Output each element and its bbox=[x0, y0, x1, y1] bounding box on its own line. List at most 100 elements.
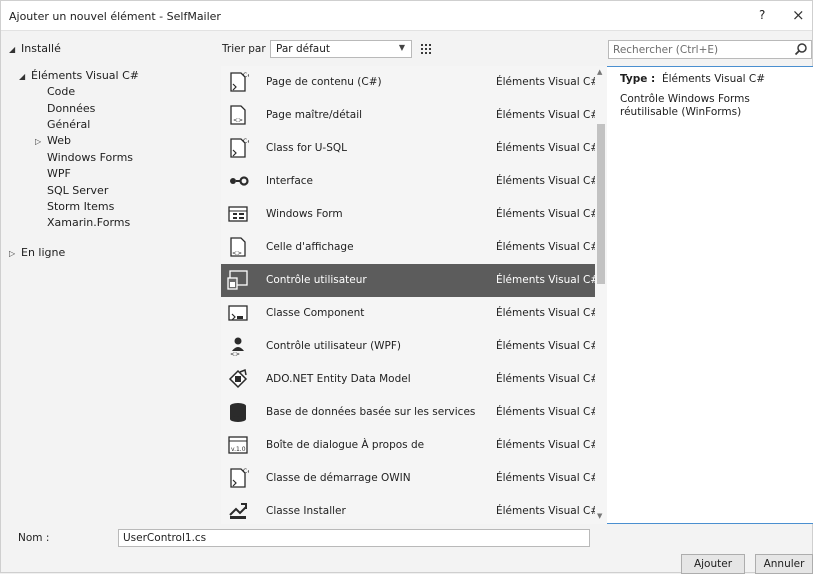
template-name: Base de données basée sur les services bbox=[266, 406, 476, 418]
template-row[interactable]: Contrôle utilisateur Éléments Visual C# bbox=[221, 264, 599, 297]
close-button[interactable]: × bbox=[792, 6, 805, 24]
help-button[interactable]: ? bbox=[759, 8, 765, 22]
tree-node-label: Web bbox=[47, 134, 71, 147]
template-category: Éléments Visual C# bbox=[496, 307, 600, 319]
collapse-arrow-icon[interactable]: ◢ bbox=[9, 45, 21, 54]
sort-label: Trier par : bbox=[222, 43, 273, 55]
template-row[interactable]: <> Page maître/détail Éléments Visual C# bbox=[221, 99, 599, 132]
sort-dropdown[interactable]: Par défaut ▼ bbox=[270, 40, 412, 58]
svg-text:v.1.0: v.1.0 bbox=[231, 446, 246, 453]
usql-class-icon: C# bbox=[227, 137, 252, 159]
tree-node-visual-csharp[interactable]: ◢ Éléments Visual C# bbox=[19, 69, 139, 82]
cancel-button[interactable]: Annuler bbox=[755, 554, 813, 574]
template-name: Contrôle utilisateur (WPF) bbox=[266, 340, 402, 352]
tree-node-data[interactable]: Données bbox=[47, 102, 95, 115]
template-category: Éléments Visual C# bbox=[496, 472, 600, 484]
database-icon bbox=[227, 401, 249, 423]
view-cell-icon: <> bbox=[227, 236, 249, 258]
expand-arrow-icon[interactable]: ▷ bbox=[9, 249, 21, 258]
template-row[interactable]: Interface Éléments Visual C# bbox=[221, 165, 599, 198]
template-row[interactable]: <> Celle d'affichage Éléments Visual C# bbox=[221, 231, 599, 264]
search-box[interactable]: Rechercher (Ctrl+E) bbox=[608, 40, 812, 59]
template-category: Éléments Visual C# bbox=[496, 76, 600, 88]
tree-node-sql-server[interactable]: SQL Server bbox=[47, 184, 108, 197]
content-page-icon: C# bbox=[227, 71, 252, 93]
search-placeholder: Rechercher (Ctrl+E) bbox=[613, 44, 719, 56]
collapse-arrow-icon[interactable]: ◢ bbox=[19, 72, 31, 81]
svg-text:<>: <> bbox=[233, 117, 243, 124]
svg-text:<>: <> bbox=[230, 351, 240, 357]
template-row[interactable]: C# Classe de démarrage OWIN Éléments Visua… bbox=[221, 462, 599, 495]
svg-text:<>: <> bbox=[232, 250, 242, 257]
tree-node-windows-forms[interactable]: Windows Forms bbox=[47, 151, 133, 164]
template-row[interactable]: Classe Component Éléments Visual C# bbox=[221, 297, 599, 330]
tree-node-storm-items[interactable]: Storm Items bbox=[47, 200, 114, 213]
scroll-down-icon[interactable]: ▼ bbox=[597, 512, 602, 520]
about-box-icon: v.1.0 bbox=[227, 434, 249, 456]
tree-node-code[interactable]: Code bbox=[47, 85, 75, 98]
template-name: Boîte de dialogue À propos de bbox=[266, 439, 425, 451]
template-name: Windows Form bbox=[266, 208, 343, 220]
window-title: Ajouter un nouvel élément - SelfMailer bbox=[9, 10, 221, 23]
template-name: Page de contenu (C#) bbox=[266, 76, 382, 88]
installer-class-icon bbox=[227, 500, 249, 522]
template-row[interactable]: C# Class for U-SQL Éléments Visual C# bbox=[221, 132, 599, 165]
template-name: ADO.NET Entity Data Model bbox=[266, 373, 411, 385]
template-row[interactable]: <> Contrôle utilisateur (WPF) Éléments Vis… bbox=[221, 330, 599, 363]
name-field[interactable] bbox=[118, 529, 590, 547]
add-button[interactable]: Ajouter bbox=[681, 554, 745, 574]
user-control-icon bbox=[227, 269, 249, 291]
tree-node-web[interactable]: ▷ Web bbox=[35, 134, 71, 147]
template-category: Éléments Visual C# bbox=[496, 274, 600, 286]
name-label: Nom : bbox=[18, 532, 50, 544]
template-row[interactable]: C# Page de contenu (C#) Éléments Visual C# bbox=[221, 66, 599, 99]
list-scrollbar[interactable]: ▲ ▼ bbox=[595, 66, 607, 524]
tree-node-label: En ligne bbox=[21, 246, 66, 259]
tree-node-wpf[interactable]: WPF bbox=[47, 167, 71, 180]
template-category: Éléments Visual C# bbox=[496, 208, 600, 220]
template-name: Classe Component bbox=[266, 307, 365, 319]
scroll-thumb[interactable] bbox=[597, 124, 605, 284]
tree-node-general[interactable]: Général bbox=[47, 118, 90, 131]
template-row[interactable]: Windows Form Éléments Visual C# bbox=[221, 198, 599, 231]
tree-node-installed[interactable]: ◢ Installé bbox=[9, 42, 61, 55]
details-pane: Type : Éléments Visual C# Contrôle Windo… bbox=[620, 73, 810, 119]
template-category: Éléments Visual C# bbox=[496, 241, 600, 253]
template-list: C# Page de contenu (C#) Éléments Visual C#… bbox=[221, 66, 607, 524]
template-tree: ◢ Installé ◢ Éléments Visual C# Code Donné… bbox=[1, 32, 217, 524]
scroll-up-icon[interactable]: ▲ bbox=[597, 68, 602, 76]
template-category: Éléments Visual C# bbox=[496, 175, 600, 187]
svg-text:C#: C# bbox=[243, 72, 249, 79]
item-description: Contrôle Windows Forms réutilisable (Win… bbox=[620, 93, 750, 118]
template-name: Interface bbox=[266, 175, 314, 187]
template-row[interactable]: Base de données basée sur les services Él… bbox=[221, 396, 599, 429]
type-line: Type : Éléments Visual C# bbox=[620, 73, 810, 85]
component-class-icon bbox=[227, 302, 249, 324]
owin-startup-icon: C# bbox=[227, 467, 252, 489]
template-name: Classe Installer bbox=[266, 505, 346, 517]
type-label: Type : bbox=[620, 73, 656, 85]
template-category: Éléments Visual C# bbox=[496, 406, 600, 418]
wpf-user-control-icon: <> bbox=[227, 335, 249, 358]
interface-icon bbox=[227, 170, 249, 192]
sort-value: Par défaut bbox=[276, 43, 330, 55]
template-row[interactable]: v.1.0 Boîte de dialogue À propos de Élémen… bbox=[221, 429, 599, 462]
entity-data-model-icon bbox=[227, 368, 249, 390]
tree-node-online[interactable]: ▷ En ligne bbox=[9, 246, 65, 259]
chevron-down-icon: ▼ bbox=[398, 43, 405, 52]
tree-node-label: Installé bbox=[21, 42, 61, 55]
template-name: Page maître/détail bbox=[266, 109, 363, 121]
template-name: Contrôle utilisateur bbox=[266, 274, 367, 286]
template-category: Éléments Visual C# bbox=[496, 142, 600, 154]
template-row[interactable]: Classe Installer Éléments Visual C# bbox=[221, 495, 599, 524]
tree-node-xamarin-forms[interactable]: Xamarin.Forms bbox=[47, 216, 130, 229]
add-new-item-dialog: Ajouter un nouvel élément - SelfMailer ?… bbox=[0, 0, 813, 574]
svg-text:C#: C# bbox=[243, 468, 249, 475]
template-category: Éléments Visual C# bbox=[496, 109, 600, 121]
grid-view-button[interactable] bbox=[417, 40, 435, 58]
search-icon[interactable] bbox=[794, 42, 808, 56]
expand-arrow-icon[interactable]: ▷ bbox=[35, 137, 47, 146]
master-detail-icon: <> bbox=[227, 104, 249, 126]
grid-view-icon bbox=[421, 44, 431, 54]
template-row[interactable]: ADO.NET Entity Data Model Éléments Visual… bbox=[221, 363, 599, 396]
